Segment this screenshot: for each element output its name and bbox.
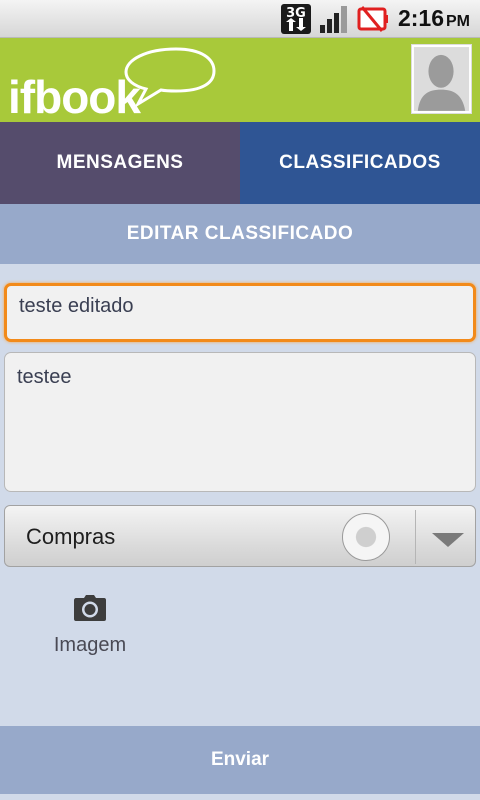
tab-bar: MENSAGENS CLASSIFICADOS xyxy=(0,122,480,204)
status-bar: 3G 2:16 PM xyxy=(0,0,480,38)
category-selected-value: Compras xyxy=(26,524,116,549)
logo-text: ifbook xyxy=(8,71,141,123)
page-title: EDITAR CLASSIFICADO xyxy=(0,204,480,264)
3g-data-icon: 3G xyxy=(281,4,311,34)
add-image-button[interactable]: Imagem xyxy=(40,590,140,662)
app-header: ifbook xyxy=(0,38,480,123)
camera-icon xyxy=(74,595,106,621)
dropdown-arrow-icon xyxy=(432,533,464,547)
send-button[interactable]: Enviar xyxy=(0,726,480,794)
image-label: Imagem xyxy=(53,634,127,656)
category-select[interactable]: Compras xyxy=(4,505,476,567)
signal-icon xyxy=(320,6,347,33)
spinner-divider xyxy=(415,510,416,564)
radio-indicator-icon xyxy=(342,513,390,561)
description-textarea[interactable]: testee xyxy=(4,352,476,492)
ifbook-logo[interactable]: ifbook xyxy=(6,38,216,123)
tab-classificados[interactable]: CLASSIFICADOS xyxy=(240,122,480,204)
tab-mensagens[interactable]: MENSAGENS xyxy=(0,122,240,204)
battery-alert-icon xyxy=(357,6,388,32)
status-time: 2:16 PM xyxy=(397,5,470,31)
avatar[interactable] xyxy=(411,44,472,114)
title-input[interactable]: teste editado xyxy=(4,283,476,342)
